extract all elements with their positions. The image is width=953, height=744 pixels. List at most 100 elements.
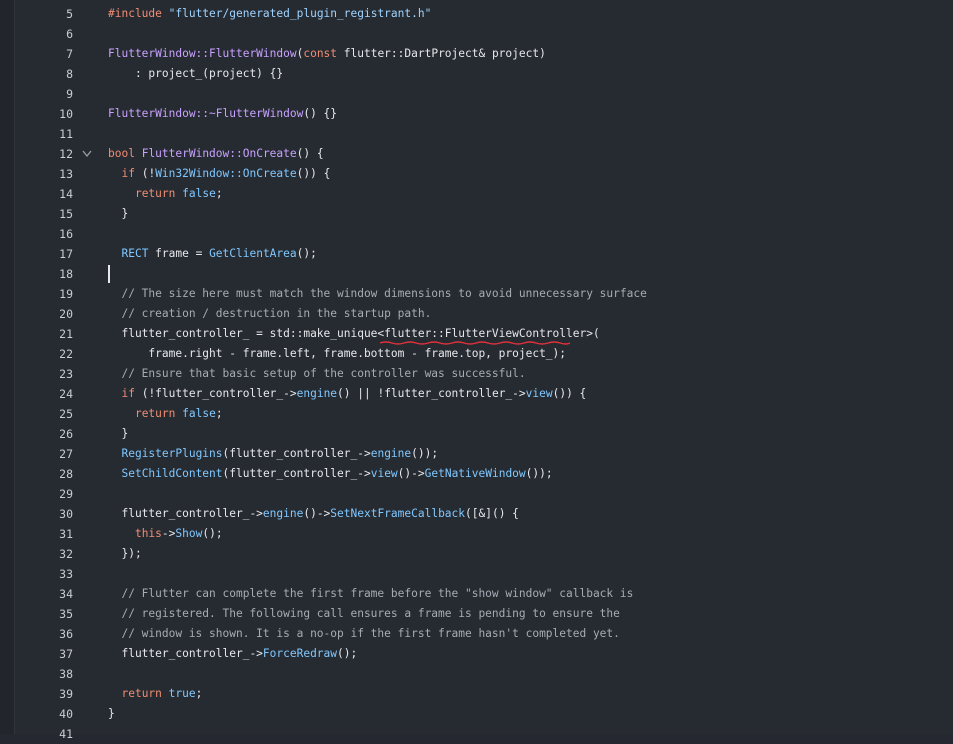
code-line[interactable]: 40 } xyxy=(0,704,953,724)
code-line[interactable]: 29 xyxy=(0,484,953,504)
line-code[interactable]: } xyxy=(108,204,128,224)
code-line[interactable]: 11 xyxy=(0,124,953,144)
line-number: 18 xyxy=(59,267,73,281)
line-code[interactable]: if (!flutter_controller_->engine() || !f… xyxy=(108,384,586,404)
line-number: 28 xyxy=(59,467,73,481)
line-number: 12 xyxy=(59,147,73,161)
line-code[interactable]: // Ensure that basic setup of the contro… xyxy=(108,364,525,384)
line-code[interactable]: }); xyxy=(108,544,141,564)
line-code[interactable]: } xyxy=(108,424,128,444)
code-line[interactable]: 36 // window is shown. It is a no-op if … xyxy=(0,624,953,644)
line-number: 38 xyxy=(59,667,73,681)
code-line[interactable]: 15 } xyxy=(0,204,953,224)
line-code[interactable]: // Flutter can complete the first frame … xyxy=(108,584,633,604)
line-number: 5 xyxy=(66,7,73,21)
code-line[interactable]: 20 // creation / destruction in the star… xyxy=(0,304,953,324)
code-line[interactable]: 25 return false; xyxy=(0,404,953,424)
line-code[interactable]: FlutterWindow::~FlutterWindow() {} xyxy=(108,104,337,124)
code-line[interactable]: 7 FlutterWindow::FlutterWindow(const flu… xyxy=(0,44,953,64)
line-code[interactable]: if (!Win32Window::OnCreate()) { xyxy=(108,164,330,184)
code-line[interactable]: 21 flutter_controller_ = std::make_uniqu… xyxy=(0,324,953,345)
line-code[interactable]: // registered. The following call ensure… xyxy=(108,604,619,624)
line-code[interactable]: RECT frame = GetClientArea(); xyxy=(108,244,316,264)
line-code[interactable]: #include "flutter/generated_plugin_regis… xyxy=(108,4,431,24)
code-line[interactable]: 23 // Ensure that basic setup of the con… xyxy=(0,364,953,384)
line-code[interactable]: flutter_controller_->ForceRedraw(); xyxy=(108,644,357,664)
line-code[interactable]: // creation / destruction in the startup… xyxy=(108,304,431,324)
line-code[interactable]: RegisterPlugins(flutter_controller_->eng… xyxy=(108,444,438,464)
code-editor[interactable]: 5 #include "flutter/generated_plugin_reg… xyxy=(0,0,953,741)
code-line[interactable]: 18 xyxy=(0,264,953,284)
line-number: 24 xyxy=(59,387,73,401)
line-code[interactable]: return false; xyxy=(108,184,223,204)
code-line[interactable]: 41 xyxy=(0,724,953,744)
line-number: 35 xyxy=(59,607,73,621)
code-line[interactable]: 35 // registered. The following call ens… xyxy=(0,604,953,624)
line-number: 31 xyxy=(59,527,73,541)
line-number: 19 xyxy=(59,287,73,301)
line-number: 13 xyxy=(59,167,73,181)
code-line[interactable]: 10 FlutterWindow::~FlutterWindow() {} xyxy=(0,104,953,124)
code-lines[interactable]: 5 #include "flutter/generated_plugin_reg… xyxy=(0,4,953,744)
code-line[interactable]: 8 : project_(project) {} xyxy=(0,64,953,84)
text-caret xyxy=(108,265,110,283)
line-number: 37 xyxy=(59,647,73,661)
code-line[interactable]: 31 this->Show(); xyxy=(0,524,953,544)
line-number: 16 xyxy=(59,227,73,241)
line-number: 20 xyxy=(59,307,73,321)
line-code[interactable]: frame.right - frame.left, frame.bottom -… xyxy=(108,344,566,364)
line-number: 14 xyxy=(59,187,73,201)
chevron-down-icon[interactable] xyxy=(81,144,93,164)
code-line[interactable]: 28 SetChildContent(flutter_controller_->… xyxy=(0,464,953,484)
code-line[interactable]: 19 // The size here must match the windo… xyxy=(0,284,953,304)
line-number: 25 xyxy=(59,407,73,421)
code-line[interactable]: 16 xyxy=(0,224,953,244)
code-line[interactable]: 5 #include "flutter/generated_plugin_reg… xyxy=(0,4,953,24)
code-line[interactable]: 37 flutter_controller_->ForceRedraw(); xyxy=(0,644,953,664)
line-number: 23 xyxy=(59,367,73,381)
line-code[interactable]: SetChildContent(flutter_controller_->vie… xyxy=(108,464,552,484)
line-code[interactable]: return true; xyxy=(108,684,202,704)
line-number: 27 xyxy=(59,447,73,461)
line-number: 41 xyxy=(59,727,73,741)
code-line[interactable]: 38 xyxy=(0,664,953,684)
line-number: 36 xyxy=(59,627,73,641)
line-number: 21 xyxy=(59,327,73,341)
code-line[interactable]: 17 RECT frame = GetClientArea(); xyxy=(0,244,953,264)
line-code[interactable]: flutter_controller_->engine()->SetNextFr… xyxy=(108,504,518,524)
line-number: 26 xyxy=(59,427,73,441)
code-line[interactable]: 26 } xyxy=(0,424,953,444)
line-code[interactable]: // The size here must match the window d… xyxy=(108,284,646,304)
code-line[interactable]: 34 // Flutter can complete the first fra… xyxy=(0,584,953,604)
code-line[interactable]: 27 RegisterPlugins(flutter_controller_->… xyxy=(0,444,953,464)
line-number: 33 xyxy=(59,567,73,581)
line-number: 17 xyxy=(59,247,73,261)
line-number: 10 xyxy=(59,107,73,121)
line-number: 7 xyxy=(66,47,73,61)
line-code[interactable]: FlutterWindow::FlutterWindow(const flutt… xyxy=(108,44,546,64)
line-number: 39 xyxy=(59,687,73,701)
code-line[interactable]: 30 flutter_controller_->engine()->SetNex… xyxy=(0,504,953,524)
line-code[interactable]: : project_(project) {} xyxy=(108,64,283,84)
line-code[interactable]: return false; xyxy=(108,404,223,424)
line-code[interactable]: // window is shown. It is a no-op if the… xyxy=(108,624,619,644)
line-code[interactable]: } xyxy=(108,704,115,724)
line-code[interactable]: bool FlutterWindow::OnCreate() { xyxy=(108,144,324,164)
line-number: 9 xyxy=(66,87,73,101)
code-line[interactable]: 9 xyxy=(0,84,953,104)
code-line[interactable]: 6 xyxy=(0,24,953,44)
line-number: 30 xyxy=(59,507,73,521)
line-number: 40 xyxy=(59,707,73,721)
line-number: 22 xyxy=(59,347,73,361)
line-number: 8 xyxy=(66,67,73,81)
code-line[interactable]: 12 bool FlutterWindow::OnCreate() { xyxy=(0,144,953,164)
code-line[interactable]: 14 return false; xyxy=(0,184,953,204)
code-line[interactable]: 24 if (!flutter_controller_->engine() ||… xyxy=(0,384,953,404)
code-line[interactable]: 32 }); xyxy=(0,544,953,564)
code-line[interactable]: 13 if (!Win32Window::OnCreate()) { xyxy=(0,164,953,184)
line-number: 6 xyxy=(66,27,73,41)
line-code[interactable]: this->Show(); xyxy=(108,524,223,544)
code-line[interactable]: 33 xyxy=(0,564,953,584)
code-line[interactable]: 39 return true; xyxy=(0,684,953,704)
code-line[interactable]: 22 frame.right - frame.left, frame.botto… xyxy=(0,344,953,364)
